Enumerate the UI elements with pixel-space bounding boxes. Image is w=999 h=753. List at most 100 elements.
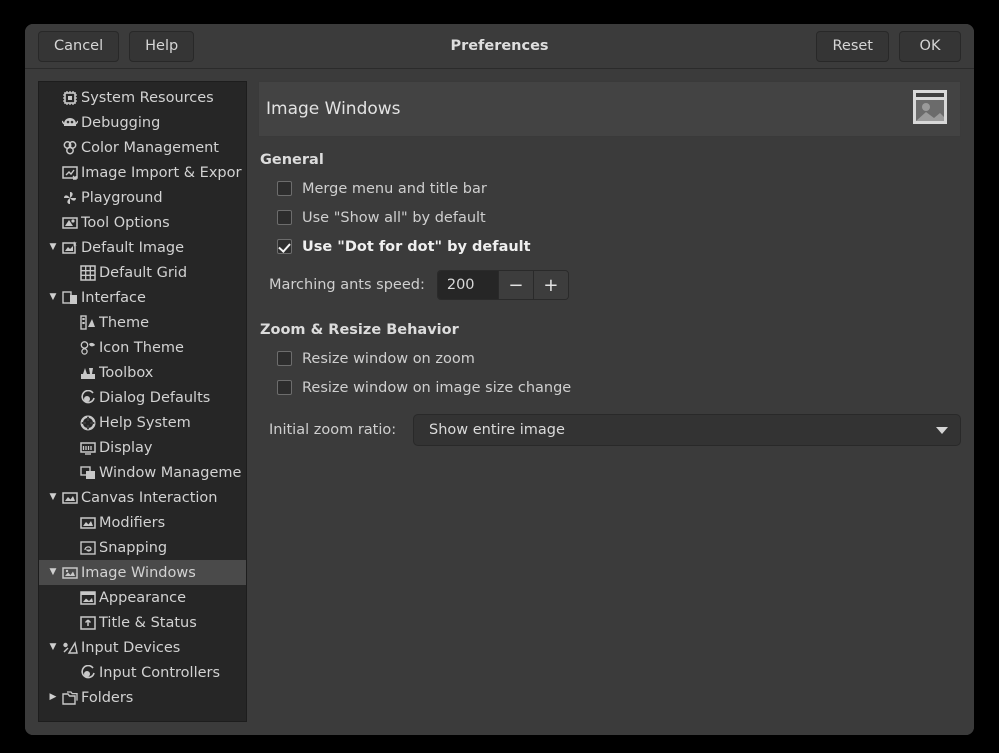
increment-button[interactable]: + <box>533 271 568 299</box>
sidebar-item-image-windows[interactable]: ▼ Image Windows <box>39 560 246 585</box>
sidebar-item-canvas-interaction[interactable]: ▼Canvas Interaction <box>39 485 246 510</box>
preferences-dialog: Cancel Help Preferences Reset OK System … <box>25 24 974 735</box>
sidebar-item-default-grid[interactable]: Default Grid <box>39 260 246 285</box>
checkbox-use-show-all-by-default[interactable]: Use "Show all" by default <box>258 203 961 232</box>
folders-icon <box>61 690 79 706</box>
sidebar-item-label: Help System <box>99 415 191 431</box>
initial-zoom-ratio-row: Initial zoom ratio: Show entire image <box>258 414 961 446</box>
input-controllers-icon <box>79 665 97 681</box>
reset-button[interactable]: Reset <box>816 31 889 62</box>
sidebar-item-label: Image Windows <box>81 565 196 581</box>
initial-zoom-ratio-label: Initial zoom ratio: <box>269 422 413 438</box>
preferences-tree[interactable]: System Resources Debugging Color Managemen… <box>38 81 247 722</box>
playground-icon <box>61 190 79 206</box>
sidebar-item-interface[interactable]: ▼ Interface <box>39 285 246 310</box>
sidebar-item-label: Default Grid <box>99 265 187 281</box>
display-icon <box>79 440 97 456</box>
checkbox-resize-window-on-image-size-change[interactable]: Resize window on image size change <box>258 373 961 402</box>
sidebar-item-help-system[interactable]: Help System <box>39 410 246 435</box>
sidebar-item-label: Title & Status <box>99 615 197 631</box>
sidebar-item-display[interactable]: Display <box>39 435 246 460</box>
input-devices-icon <box>61 640 79 656</box>
help-button[interactable]: Help <box>129 31 194 62</box>
sidebar-item-theme[interactable]: Theme <box>39 310 246 335</box>
modifiers-icon <box>79 515 97 531</box>
general-section-heading: General <box>260 152 961 168</box>
checkbox-box[interactable] <box>277 239 292 254</box>
marching-ants-speed-input[interactable]: 200 <box>438 271 498 299</box>
sidebar-item-system-resources[interactable]: System Resources <box>39 85 246 110</box>
sidebar-item-label: Interface <box>81 290 146 306</box>
sidebar-item-label: System Resources <box>81 90 214 106</box>
zoom-resize-checkbox-list: Resize window on zoom Resize window on i… <box>258 344 961 402</box>
default-grid-icon <box>79 265 97 281</box>
sidebar-item-modifiers[interactable]: Modifiers <box>39 510 246 535</box>
sidebar-item-tool-options[interactable]: Tool Options <box>39 210 246 235</box>
sidebar-item-label: Input Devices <box>81 640 180 656</box>
initial-zoom-ratio-select[interactable]: Show entire image <box>413 414 961 446</box>
sidebar-item-label: Modifiers <box>99 515 165 531</box>
chevron-right-icon[interactable]: ▶ <box>45 693 61 702</box>
help-system-icon <box>79 415 97 431</box>
checkbox-box[interactable] <box>277 181 292 196</box>
chevron-down-icon[interactable]: ▼ <box>45 243 61 252</box>
page-heading: Image Windows <box>266 99 910 119</box>
cancel-button[interactable]: Cancel <box>38 31 119 62</box>
sidebar-item-appearance[interactable]: Appearance <box>39 585 246 610</box>
tool-options-icon <box>61 215 79 231</box>
checkbox-use-dot-for-dot-by-default[interactable]: Use "Dot for dot" by default <box>258 232 961 261</box>
sidebar-item-label: Debugging <box>81 115 160 131</box>
checkbox-box[interactable] <box>277 210 292 225</box>
sidebar-item-title-status[interactable]: Title & Status <box>39 610 246 635</box>
general-checkbox-list: Merge menu and title bar Use "Show all" … <box>258 174 961 261</box>
sidebar-item-label: Image Import & Export <box>81 165 242 181</box>
sidebar-item-folders[interactable]: ▶ Folders <box>39 685 246 710</box>
sidebar-item-label: Tool Options <box>81 215 170 231</box>
checkbox-label: Use "Show all" by default <box>302 210 486 226</box>
ok-button[interactable]: OK <box>899 31 961 62</box>
dialog-body: System Resources Debugging Color Managemen… <box>25 69 974 735</box>
interface-icon <box>61 290 79 306</box>
sidebar-item-color-management[interactable]: Color Management <box>39 135 246 160</box>
marching-ants-speed-row: Marching ants speed: 200 − + <box>258 270 961 300</box>
sidebar-item-toolbox[interactable]: Toolbox <box>39 360 246 385</box>
zoom-resize-section-heading: Zoom & Resize Behavior <box>260 322 961 338</box>
chevron-down-icon[interactable]: ▼ <box>45 493 61 502</box>
icon-theme-icon <box>79 340 97 356</box>
sidebar-item-playground[interactable]: Playground <box>39 185 246 210</box>
debugging-icon <box>61 115 79 131</box>
snapping-icon <box>79 540 97 556</box>
checkbox-label: Resize window on zoom <box>302 351 475 367</box>
toolbox-icon <box>79 365 97 381</box>
sidebar-item-label: Folders <box>81 690 133 706</box>
preferences-page: Image Windows General Merge menu and tit… <box>258 81 961 722</box>
decrement-button[interactable]: − <box>498 271 533 299</box>
sidebar-item-window-management[interactable]: Window Management <box>39 460 246 485</box>
chevron-down-icon[interactable]: ▼ <box>45 568 61 577</box>
sidebar-item-label: Icon Theme <box>99 340 184 356</box>
sidebar-item-input-controllers[interactable]: Input Controllers <box>39 660 246 685</box>
chevron-down-icon[interactable]: ▼ <box>45 293 61 302</box>
sidebar-item-icon-theme[interactable]: Icon Theme <box>39 335 246 360</box>
chevron-down-icon[interactable] <box>936 427 948 434</box>
marching-ants-speed-stepper[interactable]: 200 − + <box>437 270 569 300</box>
sidebar-item-debugging[interactable]: Debugging <box>39 110 246 135</box>
checkbox-resize-window-on-zoom[interactable]: Resize window on zoom <box>258 344 961 373</box>
checkbox-box[interactable] <box>277 380 292 395</box>
checkbox-merge-menu-and-title-bar[interactable]: Merge menu and title bar <box>258 174 961 203</box>
sidebar-item-label: Theme <box>99 315 149 331</box>
color-management-icon <box>61 140 79 156</box>
sidebar-item-label: Default Image <box>81 240 184 256</box>
chevron-down-icon[interactable]: ▼ <box>45 643 61 652</box>
sidebar-item-dialog-defaults[interactable]: Dialog Defaults <box>39 385 246 410</box>
sidebar-item-label: Color Management <box>81 140 219 156</box>
sidebar-item-input-devices[interactable]: ▼ Input Devices <box>39 635 246 660</box>
theme-icon <box>79 315 97 331</box>
sidebar-item-snapping[interactable]: Snapping <box>39 535 246 560</box>
sidebar-item-default-image[interactable]: ▼ Default Image <box>39 235 246 260</box>
checkbox-box[interactable] <box>277 351 292 366</box>
header-right-buttons: Reset OK <box>816 31 961 62</box>
sidebar-item-image-import-export[interactable]: Image Import & Export <box>39 160 246 185</box>
title-status-icon <box>79 615 97 631</box>
checkbox-label: Resize window on image size change <box>302 380 571 396</box>
